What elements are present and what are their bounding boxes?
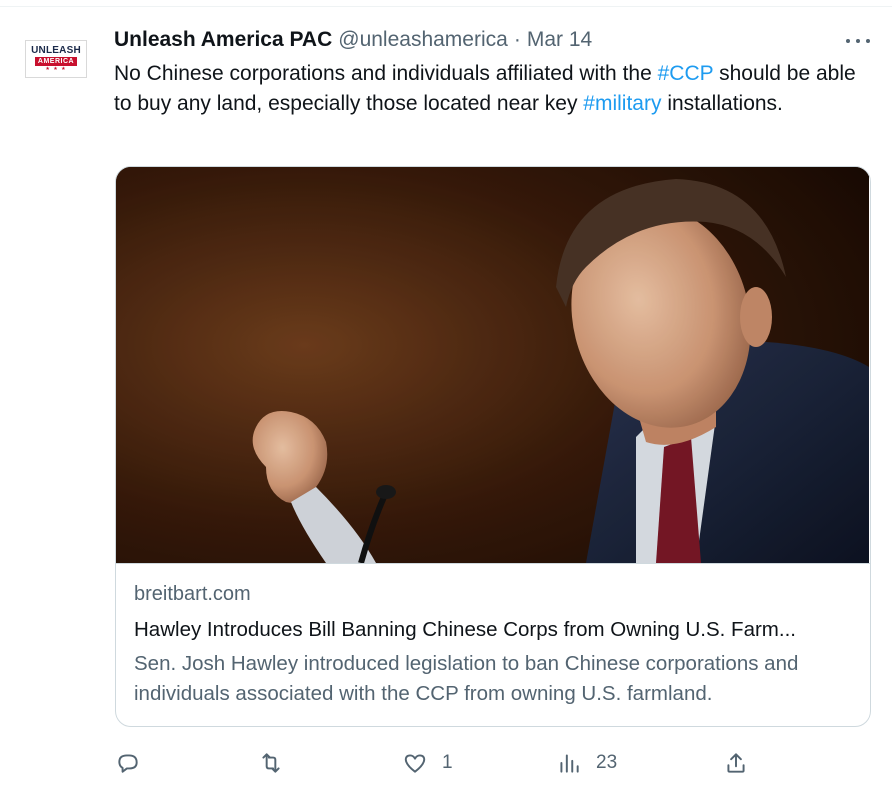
avatar-logo-line1: UNLEASH: [31, 45, 81, 56]
reply-icon: [118, 754, 138, 773]
tweet-actions: 1 23: [115, 745, 875, 781]
dot: [846, 39, 850, 43]
more-options-icon[interactable]: [846, 36, 870, 46]
card-description: Sen. Josh Hawley introduced legislation …: [134, 652, 799, 705]
share-icon: [727, 753, 745, 773]
link-card[interactable]: breitbart.com Hawley Introduces Bill Ban…: [115, 166, 871, 727]
display-name[interactable]: Unleash America PAC: [114, 28, 332, 52]
avatar[interactable]: UNLEASH AMERICA ★ ★ ★: [25, 40, 87, 78]
like-button[interactable]: 1: [402, 745, 453, 781]
tweet-date[interactable]: Mar 14: [527, 28, 592, 52]
dot: [866, 39, 870, 43]
views-button[interactable]: 23: [556, 745, 617, 781]
tweet-text: No Chinese corporations and individuals …: [114, 59, 864, 118]
share-button[interactable]: [723, 745, 763, 781]
avatar-logo-stars: ★ ★ ★: [45, 66, 67, 72]
user-handle[interactable]: @unleashamerica: [338, 28, 508, 52]
reply-button[interactable]: [115, 745, 155, 781]
top-divider: [0, 0, 892, 7]
tweet-header: Unleash America PAC @unleashamerica · Ma…: [114, 27, 592, 53]
tweet-text-segment: No Chinese corporations and individuals …: [114, 62, 658, 85]
senator-photo-illustration: [116, 167, 869, 563]
like-count: 1: [442, 752, 453, 773]
tweet-text-segment: installations.: [661, 91, 783, 115]
header-separator: ·: [513, 28, 521, 51]
card-divider: [116, 563, 870, 564]
views-icon: [560, 754, 579, 773]
heart-icon: [404, 754, 426, 773]
retweet-button[interactable]: [258, 745, 298, 781]
hashtag-military[interactable]: #military: [583, 92, 661, 115]
hashtag-ccp[interactable]: #CCP: [658, 62, 714, 85]
retweet-icon: [262, 753, 280, 773]
card-domain: breitbart.com: [134, 583, 251, 605]
dot: [856, 39, 860, 43]
views-count: 23: [596, 752, 618, 773]
avatar-logo-line2: AMERICA: [34, 57, 78, 66]
card-image[interactable]: [116, 167, 869, 563]
card-title[interactable]: Hawley Introduces Bill Banning Chinese C…: [134, 618, 854, 642]
